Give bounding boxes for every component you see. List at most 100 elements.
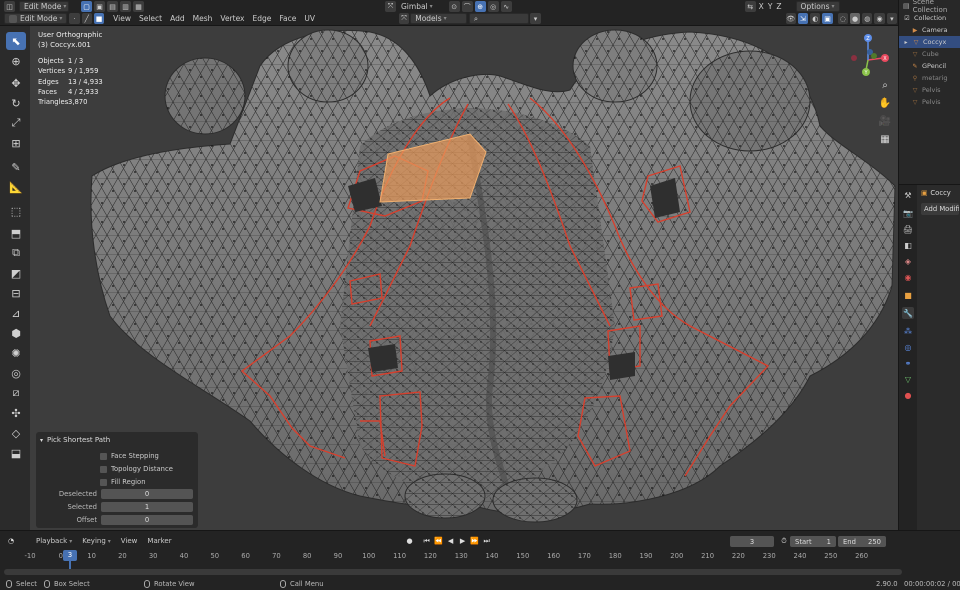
transform-tool-icon[interactable]: ⊞	[6, 134, 26, 152]
perspective-grid-icon[interactable]: ▦	[878, 132, 892, 146]
orientation-dropdown[interactable]: Gimbal ▾	[397, 1, 437, 12]
shear-tool-icon[interactable]: ◇	[6, 424, 26, 442]
measure-tool-icon[interactable]: 📐	[6, 178, 26, 196]
annotate-tool-icon[interactable]: ✎	[6, 158, 26, 176]
shading-wireframe-icon[interactable]: ◌	[837, 13, 848, 24]
visibility-icon[interactable]: 👁	[785, 13, 796, 24]
play-icon[interactable]: ▶	[458, 536, 468, 546]
mode-dropdown[interactable]: Edit Mode ▾	[19, 1, 69, 12]
start-frame-field[interactable]: Start 1	[790, 536, 836, 547]
menu-view[interactable]: View	[109, 13, 135, 24]
vertex-select-icon[interactable]: ·	[69, 13, 80, 24]
scene-tab-icon[interactable]: ◈	[902, 255, 914, 267]
timeline-scrollbar[interactable]	[4, 569, 902, 575]
edge-select-icon[interactable]: ╱	[81, 13, 92, 24]
end-frame-field[interactable]: End 250	[838, 536, 886, 547]
topology-distance-checkbox[interactable]: Topology Distance	[100, 465, 173, 473]
rip-region-tool-icon[interactable]: ⬓	[6, 444, 26, 462]
shading-rendered-icon[interactable]: ◉	[874, 13, 885, 24]
outliner-item[interactable]: ▽ Cube	[899, 48, 960, 60]
play-reverse-icon[interactable]: ◀	[446, 536, 456, 546]
menu-mesh[interactable]: Mesh	[189, 13, 217, 24]
jump-end-icon[interactable]: ⏭	[482, 536, 492, 546]
outliner-item[interactable]: ▶ Camera	[899, 24, 960, 36]
frame-ruler[interactable]: -10 0 10 20 30 40 50 60 70 80 90 100 110 120 130 140 150…	[0, 551, 960, 567]
select-extend-icon[interactable]: ▣	[94, 1, 105, 12]
shrink-fatten-tool-icon[interactable]: ✣	[6, 404, 26, 422]
menu-timeline-view[interactable]: View	[116, 536, 143, 547]
falloff-icon[interactable]: ∿	[500, 1, 512, 12]
camera-view-icon[interactable]: 🎥	[878, 114, 892, 128]
outliner-item[interactable]: ▽ Pelvis	[899, 96, 960, 108]
particles-tab-icon[interactable]: ⁂	[902, 325, 914, 337]
poly-build-tool-icon[interactable]: ⬢	[6, 324, 26, 342]
tool-tab-icon[interactable]: ⚒	[902, 189, 914, 201]
gizmo-neg-x[interactable]	[851, 55, 857, 61]
field-value[interactable]: 0	[101, 489, 193, 499]
spin-tool-icon[interactable]: ✺	[6, 344, 26, 362]
axis-x-toggle[interactable]: X	[757, 1, 766, 12]
fill-region-checkbox[interactable]: Fill Region	[100, 478, 146, 486]
panel-collapse-icon[interactable]: ▾	[40, 437, 43, 444]
mirror-icon[interactable]: ⇆	[744, 1, 756, 12]
current-frame-field[interactable]: 3	[730, 536, 774, 547]
view-layer-tab-icon[interactable]: ◧	[902, 239, 914, 251]
disclosure-icon[interactable]: ▸	[903, 38, 909, 46]
overlay-icon[interactable]: ◐	[810, 13, 821, 24]
editor-type-icon[interactable]: ◫	[4, 1, 15, 12]
face-stepping-checkbox[interactable]: Face Stepping	[100, 452, 159, 460]
filter-icon[interactable]: ▾	[530, 13, 541, 24]
snap-icon[interactable]: ⌒	[461, 1, 473, 12]
cursor-tool-icon[interactable]: ⊕	[6, 52, 26, 70]
playhead-frame[interactable]: 3	[63, 550, 77, 561]
outliner-item[interactable]: ▽ Pelvis	[899, 84, 960, 96]
material-tab-icon[interactable]: ●	[902, 389, 914, 401]
pivot-icon[interactable]: ⊙	[448, 1, 460, 12]
menu-playback[interactable]: Playback ▾	[31, 536, 77, 547]
search-field[interactable]: ⌕	[468, 13, 530, 24]
outliner-item[interactable]: ▸ ▽ Coccyx	[899, 36, 960, 48]
output-tab-icon[interactable]: 🖨	[902, 223, 914, 235]
menu-keying[interactable]: Keying ▾	[77, 536, 116, 547]
jump-keyframe-forward-icon[interactable]: ⏩	[470, 536, 480, 546]
menu-select[interactable]: Select	[135, 13, 166, 24]
add-cube-tool-icon[interactable]: ⬚	[6, 202, 26, 220]
data-tab-icon[interactable]: ▽	[902, 373, 914, 385]
shading-material-icon[interactable]: ◍	[862, 13, 873, 24]
outliner-item[interactable]: ☑ Collection	[899, 12, 960, 24]
select-invert-icon[interactable]: ▥	[120, 1, 131, 12]
add-modifier-button[interactable]: Add Modifier	[921, 203, 959, 215]
edit-mode-dropdown[interactable]: Edit Mode ▾	[4, 13, 68, 24]
extrude-tool-icon[interactable]: ⬒	[6, 224, 26, 242]
select-intersect-icon[interactable]: ▦	[133, 1, 144, 12]
shading-options-icon[interactable]: ▾	[886, 13, 897, 24]
world-tab-icon[interactable]: ◉	[902, 271, 914, 283]
snap-toggle-icon[interactable]: ⊕	[474, 1, 486, 12]
knife-tool-icon[interactable]: ⊿	[6, 304, 26, 322]
jump-start-icon[interactable]: ⏮	[422, 536, 432, 546]
menu-marker[interactable]: Marker	[142, 536, 176, 547]
proportional-icon[interactable]: ◎	[487, 1, 499, 12]
constraints-tab-icon[interactable]: ⚭	[902, 357, 914, 369]
stopwatch-icon[interactable]: ⏱	[779, 536, 789, 546]
scale-tool-icon[interactable]: ⤢	[6, 114, 26, 132]
field-value[interactable]: 1	[101, 502, 193, 512]
inset-tool-icon[interactable]: ⧉	[6, 244, 26, 262]
field-value[interactable]: 0	[101, 515, 193, 525]
menu-face[interactable]: Face	[275, 13, 300, 24]
menu-vertex[interactable]: Vertex	[216, 13, 248, 24]
smooth-tool-icon[interactable]: ◎	[6, 364, 26, 382]
operator-panel-header[interactable]: ▾ Pick Shortest Path	[40, 434, 110, 446]
models-dropdown[interactable]: Models ▾	[410, 13, 467, 24]
select-subtract-icon[interactable]: ▤	[107, 1, 118, 12]
render-tab-icon[interactable]: 📷	[902, 207, 914, 219]
outliner-item[interactable]: ⚲ metarig	[899, 72, 960, 84]
select-tool-icon[interactable]: ⬉	[6, 32, 26, 50]
pan-hand-icon[interactable]: ✋	[878, 96, 892, 110]
checkbox-box[interactable]	[100, 478, 107, 486]
gizmo-neg-y[interactable]	[871, 53, 877, 59]
transform-icon[interactable]: ⤧	[398, 13, 410, 24]
record-icon[interactable]: ●	[405, 536, 415, 546]
menu-add[interactable]: Add	[166, 13, 189, 24]
physics-tab-icon[interactable]: ◎	[902, 341, 914, 353]
